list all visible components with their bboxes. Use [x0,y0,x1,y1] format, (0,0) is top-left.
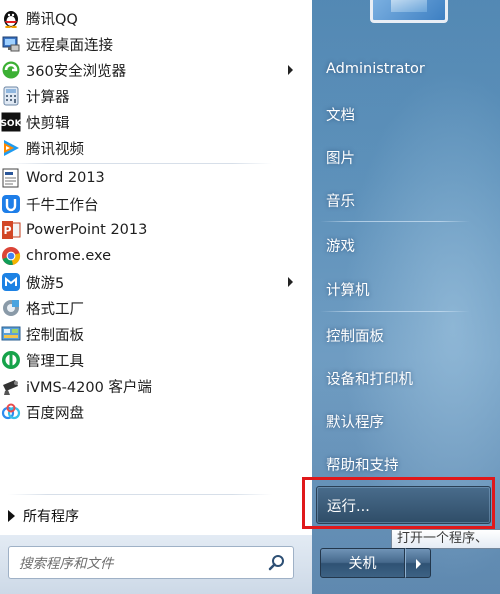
right-divider [320,221,470,222]
program-label: 计算器 [26,89,70,106]
maxthon-icon [1,272,21,292]
programs-panel: 腾讯QQ 远程桌面连接 360安全浏览器 计算器 SOK 快剪辑 腾讯视频 Wo… [0,0,312,594]
right-item-pictures[interactable]: 图片 [326,147,355,168]
word-icon [1,168,21,188]
program-item-calculator[interactable]: 计算器 [0,83,300,109]
search-icon[interactable] [267,553,287,573]
all-programs-button[interactable]: 所有程序 [8,506,79,526]
360-browser-icon [1,60,21,80]
program-label: 腾讯QQ [26,11,78,28]
right-item-games[interactable]: 游戏 [326,235,355,256]
admin-tools-icon [1,350,21,370]
program-item-remote-desktop[interactable]: 远程桌面连接 [0,31,300,57]
program-item-control-panel[interactable]: 控制面板 [0,321,300,347]
baidu-netdisk-icon [1,402,21,422]
control-panel-icon [1,324,21,344]
program-item-ivms[interactable]: iVMS-4200 客户端 [0,373,300,399]
program-item-qianniu[interactable]: 千牛工作台 [0,191,300,217]
program-label: iVMS-4200 客户端 [26,379,152,396]
program-label: 千牛工作台 [26,197,99,214]
right-divider [320,311,470,312]
program-item-kuaijianji[interactable]: SOK 快剪辑 [0,109,300,135]
svg-text:SOK: SOK [1,119,21,129]
submenu-arrow-icon[interactable] [288,65,293,75]
chevron-right-icon [416,559,421,569]
right-item-music[interactable]: 音乐 [326,190,355,211]
right-item-help-support[interactable]: 帮助和支持 [326,454,399,475]
program-label: 远程桌面连接 [26,37,113,54]
right-item-user[interactable]: Administrator [326,61,425,77]
search-area [0,535,312,594]
powerpoint-icon: P [1,220,21,240]
right-item-default-programs[interactable]: 默认程序 [326,411,384,432]
program-item-admin-tools[interactable]: 管理工具 [0,347,300,373]
program-label: Word 2013 [26,170,105,186]
shutdown-options-button[interactable] [405,548,431,578]
qianniu-icon [1,194,21,214]
program-item-maxthon[interactable]: 傲游5 [0,269,300,295]
expand-arrow-icon [8,510,15,522]
program-label: 控制面板 [26,327,84,344]
search-box[interactable] [8,546,294,579]
pinned-divider [8,163,272,164]
all-programs-divider [8,494,272,495]
all-programs-label: 所有程序 [23,509,79,525]
shutdown-label: 关机 [348,556,377,572]
format-factory-icon [1,298,21,318]
program-item-360-browser[interactable]: 360安全浏览器 [0,57,300,83]
right-item-computer[interactable]: 计算机 [326,279,370,300]
right-item-control-panel[interactable]: 控制面板 [326,325,384,346]
calculator-icon [1,86,21,106]
kuaijianji-icon: SOK [1,112,21,132]
run-button[interactable]: 运行... [316,486,491,524]
run-tooltip: 打开一个程序、 [391,529,500,549]
user-picture[interactable] [370,0,448,23]
ivms-camera-icon [1,376,21,396]
qq-penguin-icon [1,8,21,28]
right-item-documents[interactable]: 文档 [326,104,355,125]
program-item-powerpoint[interactable]: P PowerPoint 2013 [0,217,300,243]
right-item-devices-printers[interactable]: 设备和打印机 [326,368,413,389]
program-item-qq[interactable]: 腾讯QQ [0,5,300,31]
tencent-video-icon [1,138,21,158]
program-item-word[interactable]: Word 2013 [0,165,300,191]
svg-text:P: P [3,224,11,237]
submenu-arrow-icon[interactable] [288,277,293,287]
remote-desktop-icon [1,34,21,54]
shutdown-button[interactable]: 关机 [320,548,405,578]
program-item-baidu-netdisk[interactable]: 百度网盘 [0,399,300,425]
chrome-icon [1,246,21,266]
program-item-chrome[interactable]: chrome.exe [0,243,300,269]
program-label: 快剪辑 [26,115,70,132]
program-label: 管理工具 [26,353,84,370]
program-label: 格式工厂 [26,301,84,318]
program-label: 腾讯视频 [26,141,84,158]
program-label: 傲游5 [26,275,65,292]
program-label: 360安全浏览器 [26,63,127,80]
program-label: PowerPoint 2013 [26,222,148,238]
run-label: 运行... [327,498,370,515]
program-item-format-factory[interactable]: 格式工厂 [0,295,300,321]
program-label: 百度网盘 [26,405,84,422]
search-input[interactable] [17,553,261,575]
program-item-tencent-video[interactable]: 腾讯视频 [0,135,300,161]
program-label: chrome.exe [26,248,112,264]
